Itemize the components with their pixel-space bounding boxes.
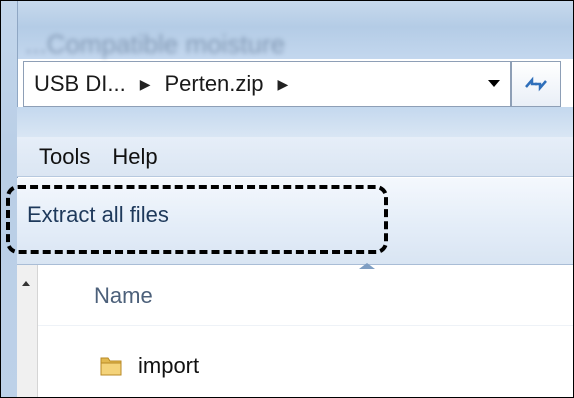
file-name: import <box>138 353 200 378</box>
file-list: Name import <box>38 263 573 397</box>
breadcrumb-usb-drive[interactable]: USB DI... <box>34 71 126 97</box>
scroll-up-arrow-icon[interactable] <box>22 281 30 286</box>
menu-help[interactable]: Help <box>112 144 157 170</box>
folder-icon <box>100 357 122 376</box>
refresh-icon <box>525 76 547 92</box>
address-history-dropdown-icon[interactable] <box>488 80 500 87</box>
header-divider <box>38 325 573 326</box>
breadcrumb-separator-icon[interactable]: ▶ <box>278 76 289 93</box>
title-bar: ...Compatible moisture <box>1 1 573 59</box>
breadcrumb-perten-zip[interactable]: Perten.zip <box>164 71 263 97</box>
breadcrumb-separator-icon[interactable]: ▶ <box>140 76 151 93</box>
extract-highlight-outline <box>6 185 388 254</box>
menu-bar: Tools Help <box>17 137 573 177</box>
column-header-name[interactable]: Name <box>94 283 153 309</box>
refresh-button[interactable] <box>511 61 561 107</box>
toolbar-backdrop <box>17 107 573 137</box>
sort-ascending-icon <box>359 263 375 269</box>
address-bar[interactable]: USB DI... ▶ Perten.zip ▶ <box>23 61 511 107</box>
window-title: ...Compatible moisture <box>25 29 286 59</box>
menu-tools[interactable]: Tools <box>39 144 90 170</box>
list-item[interactable]: import <box>98 353 199 379</box>
navigation-pane <box>17 265 38 397</box>
